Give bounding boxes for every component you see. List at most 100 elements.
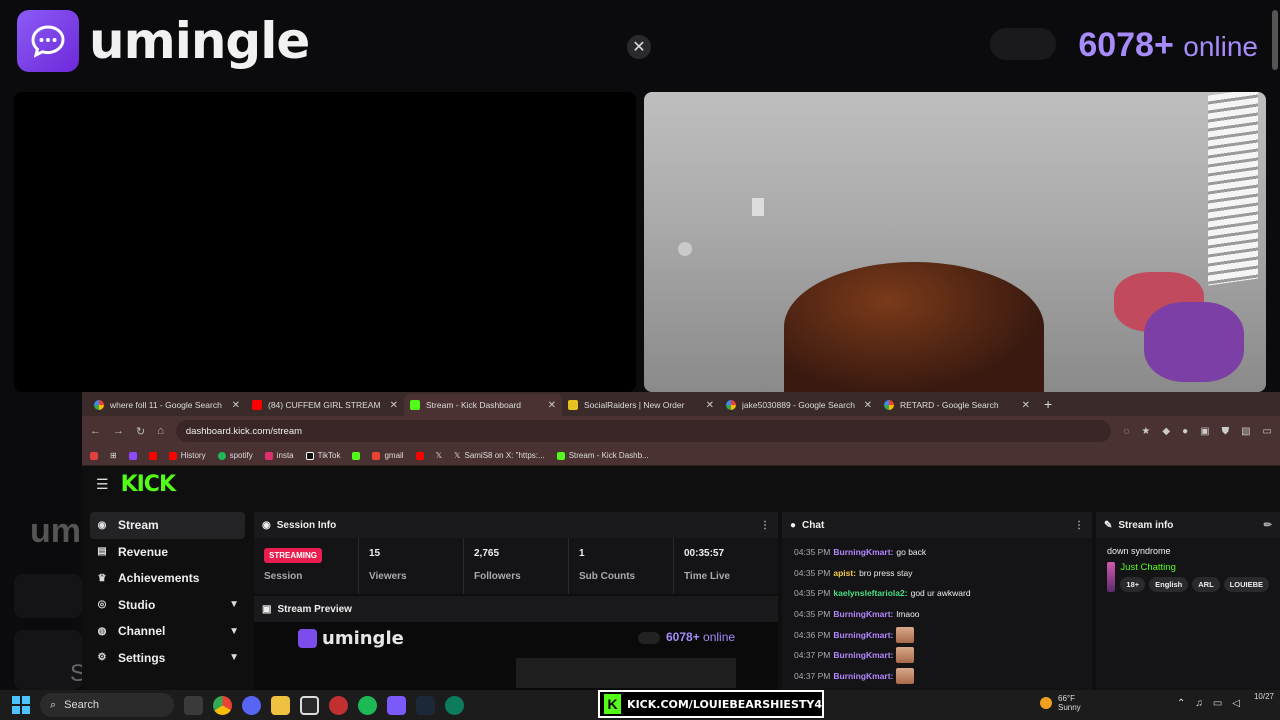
message-user[interactable]: BurningKmart: <box>833 630 893 640</box>
close-button[interactable]: ✕ <box>627 35 651 59</box>
video-wall-knob <box>678 242 692 256</box>
browser-tab[interactable]: jake5030889 - Google Search ✕ <box>720 394 878 416</box>
bookmark-item[interactable]: TikTok <box>305 451 341 460</box>
home-icon[interactable]: ⌂ <box>157 425 164 437</box>
browser-tab[interactable]: (84) CUFFEM GIRL STREAM ✕ <box>246 394 404 416</box>
puzzle-icon[interactable]: ▧ <box>1241 426 1250 437</box>
more-options-icon[interactable]: ⋮ <box>760 520 770 531</box>
task-view-icon[interactable] <box>184 695 203 715</box>
browser-tab[interactable]: where foll 11 - Google Search ✕ <box>88 394 246 416</box>
extension-icon[interactable]: ▣ <box>1200 426 1209 437</box>
more-options-icon[interactable]: ⋮ <box>1074 520 1084 531</box>
sidebar-item-achievements[interactable]: ♛ Achievements <box>90 565 245 592</box>
close-icon[interactable]: ✕ <box>706 400 714 411</box>
umingle-logo[interactable]: umingle <box>17 10 310 72</box>
volume-icon[interactable]: ◁ <box>1232 698 1240 709</box>
theme-toggle[interactable] <box>990 28 1056 60</box>
gamepad-icon[interactable] <box>387 695 406 715</box>
forward-icon[interactable]: → <box>113 425 124 437</box>
back-icon[interactable]: ← <box>90 425 101 437</box>
close-icon[interactable]: ✕ <box>548 400 556 411</box>
sidebar-item-stream[interactable]: ◉ Stream <box>90 512 245 539</box>
network-icon[interactable]: ▭ <box>1213 698 1222 709</box>
clock[interactable]: 10/27 <box>1254 692 1274 701</box>
microphone-icon[interactable]: ♫ <box>1195 698 1203 709</box>
bookmark-item[interactable]: spotify <box>217 451 253 460</box>
chrome-icon[interactable] <box>213 695 232 715</box>
new-tab-button[interactable]: + <box>1036 396 1060 416</box>
edit-icon[interactable]: ✏ <box>1264 520 1272 531</box>
extension-icon[interactable]: ◆ <box>1162 426 1170 437</box>
panel-header: ▣ Stream Preview <box>254 596 778 622</box>
preview-icon: ▣ <box>262 603 272 615</box>
studio-icon: ◎ <box>97 599 107 611</box>
app-icon[interactable] <box>329 695 348 715</box>
spotify-icon[interactable] <box>358 695 377 715</box>
video-wall-outlet <box>752 198 764 216</box>
message-username: BurningKmart <box>833 629 891 640</box>
message-user[interactable]: kaelynsleftariola2: <box>833 588 907 598</box>
file-explorer-icon[interactable] <box>271 695 290 715</box>
ghost-panel <box>14 574 82 618</box>
shield-icon[interactable]: ⛊ <box>1222 426 1230 437</box>
edge-icon[interactable] <box>445 695 464 715</box>
bookmark-item[interactable]: History <box>168 451 206 460</box>
bookmark-item[interactable]: gmail <box>372 451 404 460</box>
page-scrollbar[interactable] <box>1272 10 1278 70</box>
bookmark-item[interactable]: 𝕏 SamiS8 on X: "https:... <box>454 451 545 460</box>
windows-start-icon[interactable] <box>12 696 30 714</box>
eye-off-icon[interactable]: ◌ <box>1123 426 1129 437</box>
sidebar-item-label: Stream <box>118 518 159 533</box>
bookmark-label: TikTok <box>317 451 341 460</box>
browser-tab-active[interactable]: Stream - Kick Dashboard ✕ <box>404 394 562 416</box>
kick-icon: K <box>604 694 622 714</box>
sidebar-icon[interactable]: ▭ <box>1263 426 1272 437</box>
star-icon[interactable]: ★ <box>1141 426 1150 437</box>
sidebar-item-revenue[interactable]: ▤ Revenue <box>90 539 245 566</box>
bookmark-item[interactable] <box>352 451 361 460</box>
close-icon[interactable]: ✕ <box>232 400 240 411</box>
close-icon[interactable]: ✕ <box>1022 400 1030 411</box>
weather-widget[interactable]: 66°F Sunny <box>1040 694 1081 712</box>
browser-tab[interactable]: SocialRaiders | New Order ✕ <box>562 394 720 416</box>
browser-tab[interactable]: RETARD - Google Search ✕ <box>878 394 1036 416</box>
message-user[interactable]: apist: <box>833 568 856 578</box>
sidebar-item-studio[interactable]: ◎ Studio ▼ <box>90 592 245 619</box>
tab-title: where foll 11 - Google Search <box>110 400 222 410</box>
close-icon[interactable]: ✕ <box>864 400 872 411</box>
message-user[interactable]: BurningKmart: <box>833 650 893 660</box>
message-user[interactable]: BurningKmart: <box>833 671 893 681</box>
message-user[interactable]: BurningKmart: <box>833 547 893 557</box>
weather-text: 66°F Sunny <box>1058 694 1081 712</box>
stream-preview[interactable]: umingle 6078+ online <box>254 622 778 690</box>
bookmark-item[interactable] <box>128 451 137 460</box>
category-name[interactable]: Just Chatting <box>1120 562 1269 573</box>
sidebar-item-channel[interactable]: ◍ Channel ▼ <box>90 618 245 645</box>
reload-icon[interactable]: ↻ <box>136 425 145 438</box>
hamburger-menu-icon[interactable]: ☰ <box>96 476 109 493</box>
bookmark-item[interactable] <box>415 451 424 460</box>
chevron-up-icon[interactable]: ⌃ <box>1177 698 1185 709</box>
app-icon[interactable] <box>300 695 319 715</box>
steam-icon[interactable] <box>416 695 435 715</box>
chat-bubble-icon <box>17 10 79 72</box>
kick-logo[interactable]: KICK <box>121 472 176 497</box>
broadcast-icon: ◉ <box>262 519 271 531</box>
bookmark-item[interactable]: 𝕏 <box>436 451 442 460</box>
sidebar-item-settings[interactable]: ⚙ Settings ▼ <box>90 645 245 672</box>
taskbar-search[interactable]: ⌕ Search <box>40 693 174 717</box>
message-time: 04:35 PM <box>794 609 831 620</box>
bookmark-item[interactable] <box>148 451 157 460</box>
apps-icon[interactable]: ⊞ <box>110 451 117 460</box>
bookmark-item[interactable]: Stream - Kick Dashb... <box>556 451 649 460</box>
stream-info-body: down syndrome Just Chatting 18+ English … <box>1096 538 1280 690</box>
extension-icon[interactable]: ● <box>1182 426 1188 437</box>
stat-label: Viewers <box>369 571 407 582</box>
stat-label: Sub Counts <box>579 571 636 582</box>
message-user[interactable]: BurningKmart: <box>833 609 893 619</box>
bookmark-item[interactable] <box>90 451 98 460</box>
close-icon[interactable]: ✕ <box>390 400 398 411</box>
bookmark-item[interactable]: insta <box>264 451 294 460</box>
address-bar[interactable]: dashboard.kick.com/stream <box>175 420 1112 442</box>
discord-icon[interactable] <box>242 695 261 715</box>
